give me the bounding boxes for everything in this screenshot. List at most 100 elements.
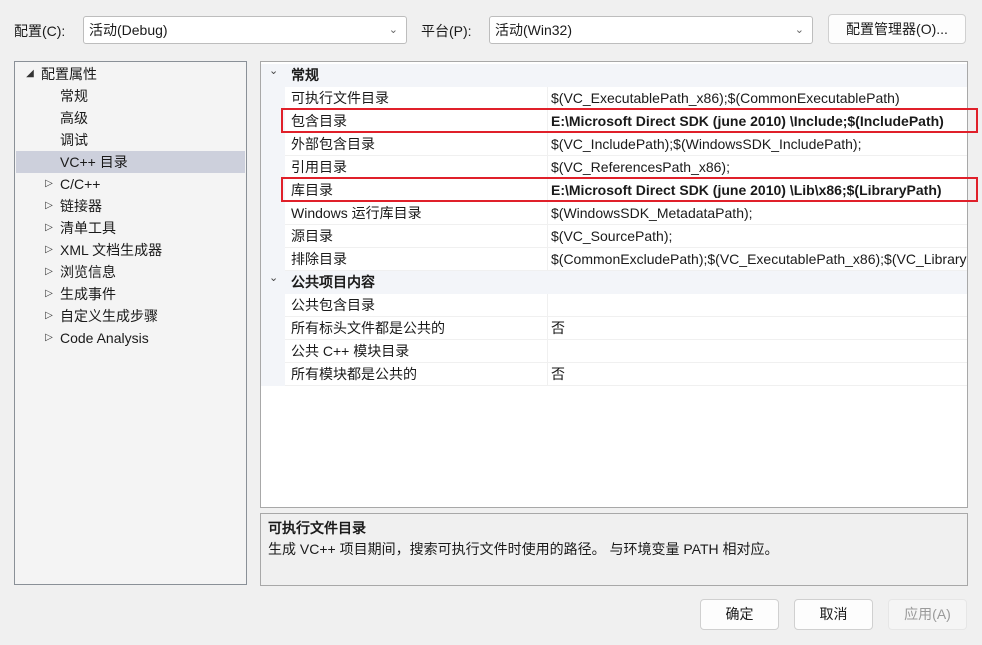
description-panel: 可执行文件目录 生成 VC++ 项目期间，搜索可执行文件时使用的路径。 与环境变…: [260, 513, 968, 586]
platform-dropdown[interactable]: 活动(Win32) ⌄: [489, 16, 813, 44]
property-value[interactable]: $(VC_IncludePath);$(WindowsSDK_IncludePa…: [547, 133, 967, 156]
tree-item-configuration-properties[interactable]: ◢ 配置属性: [16, 63, 245, 85]
ok-button[interactable]: 确定: [700, 599, 779, 630]
configuration-manager-button[interactable]: 配置管理器(O)...: [828, 14, 966, 44]
property-value[interactable]: 否: [547, 317, 967, 340]
description-title: 可执行文件目录: [268, 520, 366, 536]
property-tree[interactable]: ◢ 配置属性常规高级调试 VC++ 目录 ▷ C/C++ ▷ 链接器 ▷ 清单工具 ▷ XML 文档…: [14, 61, 247, 585]
collapsed-triangle-icon[interactable]: ▷: [43, 173, 55, 195]
collapsed-triangle-icon[interactable]: ▷: [43, 239, 55, 261]
property-name: 所有标头文件都是公共的: [285, 317, 547, 340]
tree-item-label: 高级: [60, 110, 88, 126]
platform-label: 平台(P):: [421, 23, 472, 39]
category-label: 公共项目内容: [291, 274, 375, 290]
row-gutter: [261, 179, 285, 202]
tree-item[interactable]: VC++ 目录: [16, 151, 245, 173]
property-row[interactable]: 包含目录 E:\Microsoft Direct SDK (june 2010) …: [261, 110, 967, 133]
category-row[interactable]: ⌄ 公共项目内容: [261, 271, 967, 294]
cancel-button[interactable]: 取消: [794, 599, 873, 630]
property-value[interactable]: $(VC_SourcePath);: [547, 225, 967, 248]
configuration-label: 配置(C):: [14, 23, 66, 39]
property-value[interactable]: [547, 340, 967, 363]
property-row[interactable]: 库目录 E:\Microsoft Direct SDK (june 2010) \…: [261, 179, 967, 202]
chevron-down-icon[interactable]: ⌄: [269, 62, 278, 83]
property-row[interactable]: 外部包含目录 $(VC_IncludePath);$(WindowsSDK_Inc…: [261, 133, 967, 156]
row-gutter: [261, 202, 285, 225]
property-value[interactable]: E:\Microsoft Direct SDK (june 2010) \Lib…: [547, 179, 967, 202]
property-name: 公共 C++ 模块目录: [285, 340, 547, 363]
tree-item-label: 生成事件: [60, 286, 116, 302]
description-text: 生成 VC++ 项目期间，搜索可执行文件时使用的路径。 与环境变量 PATH 相…: [268, 541, 779, 557]
property-value[interactable]: $(CommonExcludePath);$(VC_ExecutablePath…: [547, 248, 967, 271]
property-name: 外部包含目录: [285, 133, 547, 156]
collapsed-triangle-icon[interactable]: ▷: [43, 195, 55, 217]
tree-item[interactable]: 常规: [16, 85, 245, 107]
property-row[interactable]: 可执行文件目录 $(VC_ExecutablePath_x86);$(Common…: [261, 87, 967, 110]
tree-item-label: 自定义生成步骤: [60, 308, 158, 324]
apply-button[interactable]: 应用(A): [888, 599, 967, 630]
row-gutter: [261, 294, 285, 317]
tree-item-label: XML 文档生成器: [60, 242, 163, 258]
collapsed-triangle-icon[interactable]: ▷: [43, 217, 55, 239]
category-label: 常规: [291, 67, 319, 83]
tree-item-label: VC++ 目录: [60, 154, 128, 170]
row-gutter: [261, 156, 285, 179]
property-row[interactable]: 所有标头文件都是公共的否: [261, 317, 967, 340]
tree-item[interactable]: ▷ 自定义生成步骤: [16, 305, 245, 327]
tree-item[interactable]: 调试: [16, 129, 245, 151]
property-name: 可执行文件目录: [285, 87, 547, 110]
property-value[interactable]: [547, 294, 967, 317]
property-name: 包含目录: [285, 110, 547, 133]
property-value[interactable]: $(WindowsSDK_MetadataPath);: [547, 202, 967, 225]
property-name: 源目录: [285, 225, 547, 248]
row-gutter: [261, 363, 285, 386]
tree-item[interactable]: ▷ XML 文档生成器: [16, 239, 245, 261]
property-name: 排除目录: [285, 248, 547, 271]
tree-item-label: 调试: [60, 132, 88, 148]
tree-item[interactable]: ▷ 浏览信息: [16, 261, 245, 283]
property-row[interactable]: 引用目录 $(VC_ReferencesPath_x86);: [261, 156, 967, 179]
tree-item-label: 配置属性: [41, 66, 97, 82]
tree-item[interactable]: ▷ 链接器: [16, 195, 245, 217]
property-value[interactable]: $(VC_ExecutablePath_x86);$(CommonExecuta…: [547, 87, 967, 110]
property-row[interactable]: 源目录 $(VC_SourcePath);: [261, 225, 967, 248]
tree-item[interactable]: ▷ 生成事件: [16, 283, 245, 305]
tree-item-label: C/C++: [60, 176, 101, 192]
expanded-triangle-icon[interactable]: ◢: [24, 63, 36, 85]
row-gutter: [261, 340, 285, 363]
tree-item[interactable]: ▷ 清单工具: [16, 217, 245, 239]
chevron-down-icon[interactable]: ⌄: [269, 267, 278, 290]
category-row[interactable]: ⌄ 常规: [261, 62, 967, 87]
tree-item[interactable]: ▷ Code Analysis: [16, 327, 245, 349]
property-name: 库目录: [285, 179, 547, 202]
property-name: Windows 运行库目录: [285, 202, 547, 225]
row-gutter: [261, 225, 285, 248]
tree-item-label: 浏览信息: [60, 264, 116, 280]
property-row[interactable]: 公共包含目录: [261, 294, 967, 317]
chevron-down-icon: ⌄: [388, 24, 398, 36]
tree-item[interactable]: 高级: [16, 107, 245, 129]
property-value[interactable]: E:\Microsoft Direct SDK (june 2010) \Inc…: [547, 110, 967, 133]
configuration-dropdown[interactable]: 活动(Debug) ⌄: [83, 16, 407, 44]
property-name: 所有模块都是公共的: [285, 363, 547, 386]
property-grid[interactable]: ⌄ 常规可执行文件目录 $(VC_ExecutablePath_x86);$(Com…: [260, 61, 968, 508]
collapsed-triangle-icon[interactable]: ▷: [43, 305, 55, 327]
property-row[interactable]: 排除目录 $(CommonExcludePath);$(VC_Executable…: [261, 248, 967, 271]
row-gutter: [261, 87, 285, 110]
row-gutter: [261, 317, 285, 340]
property-row[interactable]: 公共 C++ 模块目录: [261, 340, 967, 363]
collapsed-triangle-icon[interactable]: ▷: [43, 283, 55, 305]
property-value[interactable]: 否: [547, 363, 967, 386]
tree-item-label: 链接器: [60, 198, 102, 214]
collapsed-triangle-icon[interactable]: ▷: [43, 327, 55, 349]
property-row[interactable]: 所有模块都是公共的否: [261, 363, 967, 386]
configuration-value: 活动(Debug): [89, 22, 168, 38]
tree-item-label: 常规: [60, 88, 88, 104]
collapsed-triangle-icon[interactable]: ▷: [43, 261, 55, 283]
property-value[interactable]: $(VC_ReferencesPath_x86);: [547, 156, 967, 179]
chevron-down-icon: ⌄: [794, 24, 804, 36]
tree-item[interactable]: ▷ C/C++: [16, 173, 245, 195]
property-row[interactable]: Windows 运行库目录 $(WindowsSDK_MetadataPath);: [261, 202, 967, 225]
tree-item-label: 清单工具: [60, 220, 116, 236]
tree-item-label: Code Analysis: [60, 330, 149, 346]
